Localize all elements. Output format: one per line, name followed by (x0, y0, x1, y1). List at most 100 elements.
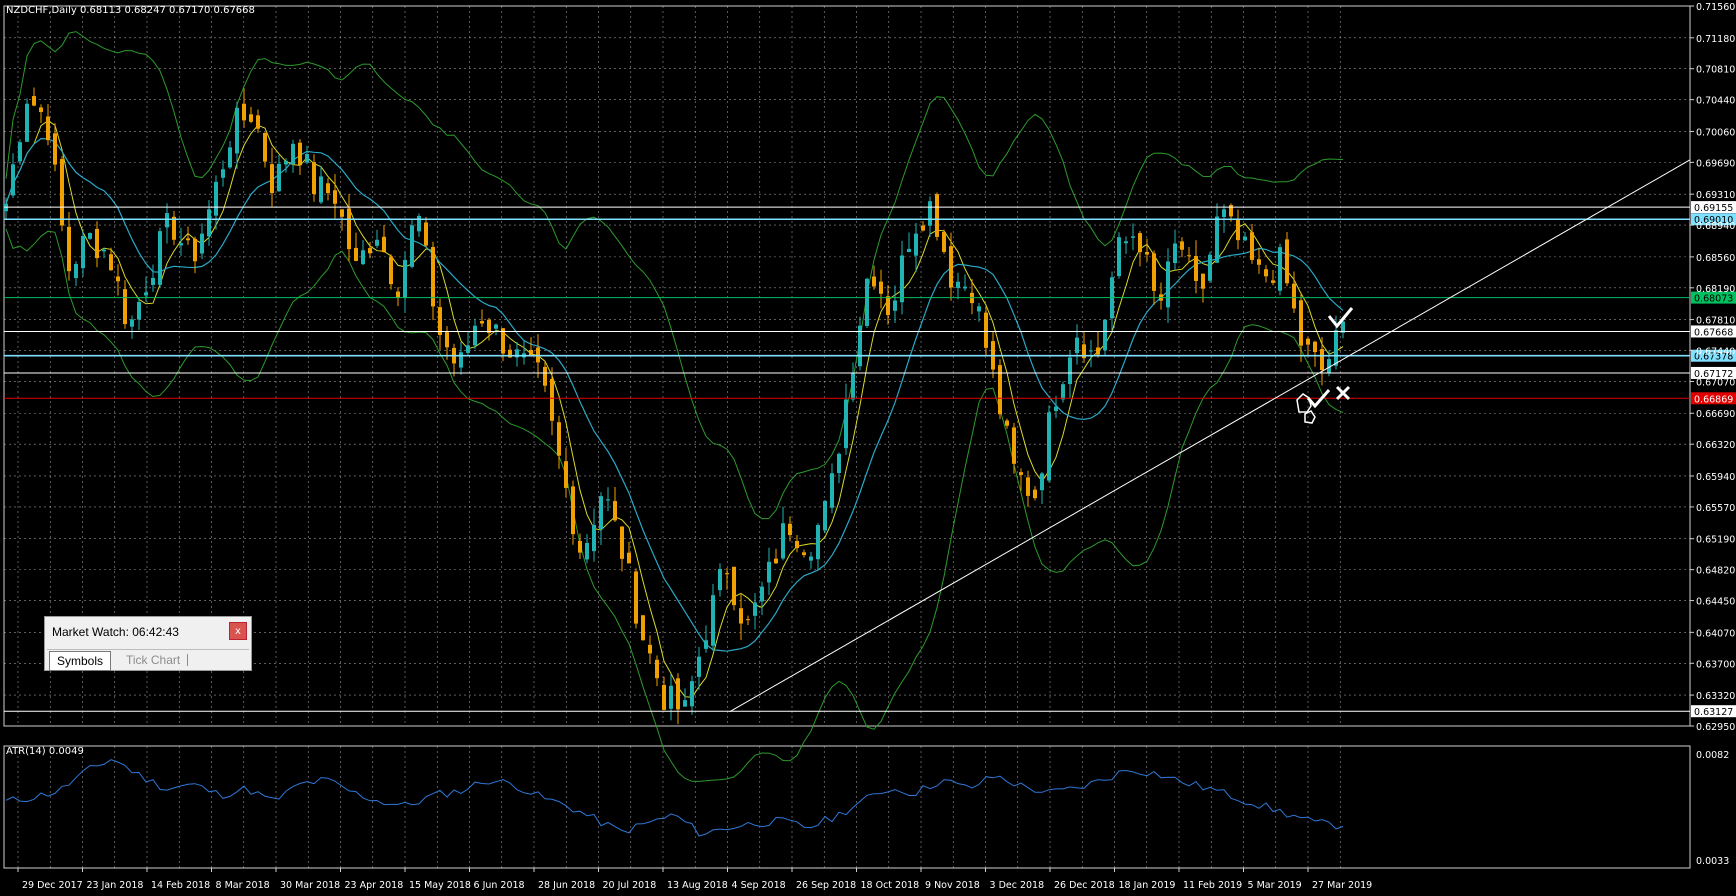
candle-body (774, 558, 778, 564)
candle-body (725, 573, 729, 575)
price-tick-label: 0.66320 (1696, 440, 1735, 451)
price-tick-label: 0.64070 (1696, 628, 1735, 639)
candle-body (270, 164, 274, 194)
candle-body (18, 142, 22, 162)
candle-body (396, 291, 400, 298)
candle-body (389, 256, 393, 285)
date-tick-label: 26 Dec 2018 (1054, 880, 1115, 891)
candle-body (592, 524, 596, 552)
candle-body (907, 248, 911, 253)
atr-tick-label: 0.0033 (1696, 856, 1729, 867)
candle-body (1292, 283, 1296, 309)
candle-body (634, 571, 638, 624)
candle-body (291, 143, 295, 165)
price-tick-label: 0.65570 (1696, 503, 1735, 514)
candle-body (1250, 232, 1254, 260)
tab-symbols[interactable]: Symbols (49, 651, 112, 671)
candle-body (361, 250, 365, 265)
candle-body (1026, 477, 1030, 496)
candle-body (130, 319, 134, 327)
candle-body (200, 233, 204, 254)
candle-body (844, 399, 848, 449)
candle-body (718, 568, 722, 591)
candle-body (326, 183, 330, 194)
candle-body (333, 190, 337, 204)
date-tick-label: 28 Jun 2018 (538, 880, 595, 891)
level-price-label: 0.63127 (1694, 707, 1733, 718)
candle-body (249, 114, 253, 122)
candle-body (1327, 359, 1331, 373)
candle-body (795, 540, 799, 549)
candle-body (669, 685, 673, 709)
candle-body (60, 159, 64, 226)
date-tick-label: 20 Jul 2018 (603, 880, 657, 891)
candle-body (1047, 412, 1051, 481)
candle-body (739, 608, 743, 624)
candle-body (319, 176, 323, 203)
price-tick-label: 0.69690 (1696, 158, 1735, 169)
candle-body (1180, 241, 1184, 250)
candle-body (1075, 337, 1079, 354)
tab-tick-chart[interactable]: Tick Chart (119, 651, 187, 669)
price-tick-label: 0.65190 (1696, 535, 1735, 546)
candle-body (109, 254, 113, 271)
candle-body (613, 501, 617, 521)
candle-body (242, 103, 246, 121)
candle-body (263, 132, 267, 162)
candle-body (67, 226, 71, 272)
candle-body (620, 526, 624, 559)
date-tick-label: 23 Apr 2018 (345, 880, 404, 891)
price-tick-label: 0.67440 (1696, 347, 1735, 358)
market-watch-window[interactable]: Market Watch: 06:42:43 x Symbols Tick Ch… (44, 616, 252, 671)
tab-separator (187, 654, 188, 666)
candle-body (95, 228, 99, 259)
candle-body (501, 328, 505, 354)
candle-body (494, 324, 498, 329)
candle-body (676, 678, 680, 710)
candle-body (165, 213, 169, 228)
candle-body (977, 306, 981, 312)
date-tick-label: 14 Feb 2018 (151, 880, 210, 891)
level-price-label: 0.66869 (1694, 394, 1733, 405)
candle-body (851, 373, 855, 400)
candle-body (382, 236, 386, 253)
candle-body (1117, 237, 1121, 277)
candle-body (823, 500, 827, 531)
candle-body (1054, 406, 1058, 412)
close-button[interactable]: x (229, 622, 247, 640)
candle-body (81, 235, 85, 269)
candle-body (760, 586, 764, 602)
candle-body (1033, 489, 1037, 499)
date-tick-label: 11 Feb 2019 (1183, 880, 1242, 891)
candle-body (214, 181, 218, 216)
candle-body (802, 552, 806, 556)
candle-body (872, 276, 876, 287)
atr-tick-label: 0.0082 (1696, 750, 1729, 761)
candle-body (697, 656, 701, 677)
candle-body (284, 160, 288, 165)
candle-body (368, 248, 372, 254)
candle-body (683, 700, 687, 707)
candle-body (1040, 473, 1044, 491)
candle-body (564, 461, 568, 488)
candle-body (767, 561, 771, 583)
market-watch-title: Market Watch: 06:42:43 (52, 625, 179, 639)
candle-body (1131, 236, 1135, 238)
date-tick-label: 3 Dec 2018 (990, 880, 1045, 891)
candle-body (557, 422, 561, 456)
price-chart[interactable]: 0.691550.690100.680730.676680.673780.671… (0, 0, 1736, 896)
candle-body (480, 321, 484, 324)
level-price-label: 0.69155 (1694, 203, 1733, 214)
candle-body (1215, 216, 1219, 263)
candle-body (1278, 247, 1282, 291)
candle-body (1187, 255, 1191, 257)
price-tick-label: 0.69310 (1696, 190, 1735, 201)
candle-body (648, 644, 652, 654)
candle-body (207, 209, 211, 237)
price-tick-label: 0.63320 (1696, 691, 1735, 702)
price-tick-label: 0.70440 (1696, 96, 1735, 107)
date-tick-label: 29 Dec 2017 (22, 880, 83, 891)
candle-body (690, 681, 694, 707)
date-tick-label: 15 May 2018 (409, 880, 471, 891)
candle-body (1264, 269, 1268, 277)
